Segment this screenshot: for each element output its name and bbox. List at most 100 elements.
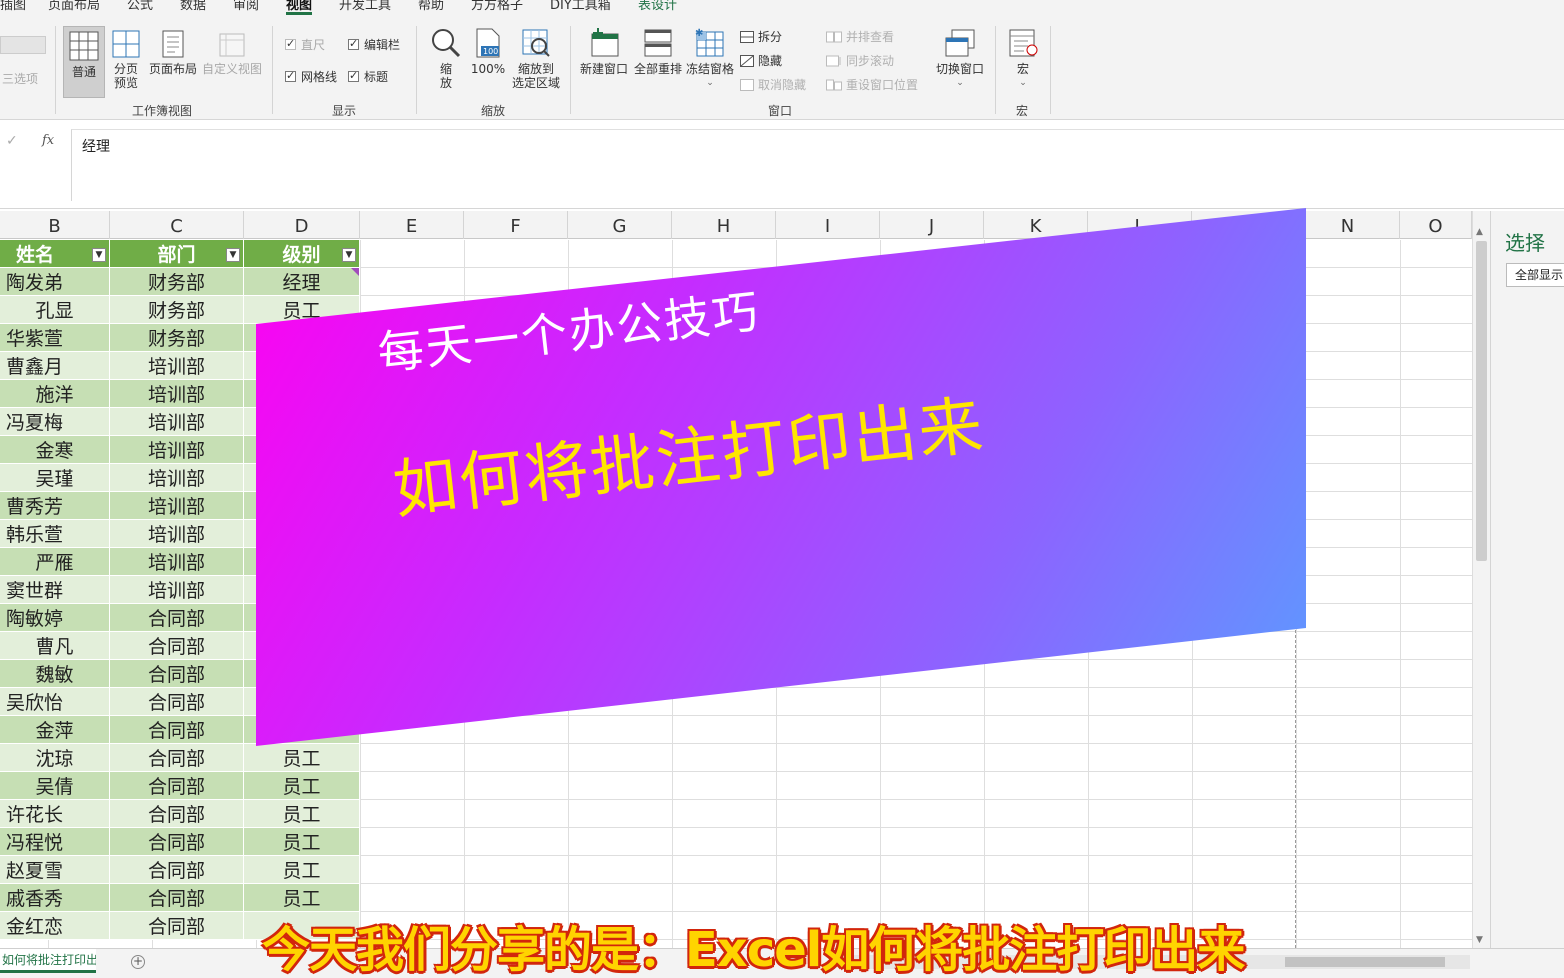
split-button[interactable]: 拆分	[740, 28, 782, 45]
table-cell[interactable]: 陶发弟	[0, 268, 110, 296]
table-cell[interactable]: 员工	[244, 856, 360, 884]
tab-formulas[interactable]: 公式	[127, 0, 153, 14]
table-cell[interactable]: 金红恋	[0, 912, 110, 940]
table-cell[interactable]: 吴瑾	[0, 464, 110, 492]
tab-developer[interactable]: 开发工具	[339, 0, 391, 14]
headings-checkbox[interactable]: 标题	[348, 68, 388, 85]
add-sheet-icon[interactable]: +	[131, 955, 145, 969]
normal-view-button[interactable]: 普通	[63, 26, 105, 98]
tab-insert[interactable]: 插图	[0, 0, 26, 14]
tab-help[interactable]: 帮助	[418, 0, 444, 14]
table-cell[interactable]: 员工	[244, 800, 360, 828]
table-cell[interactable]: 冯程悦	[0, 828, 110, 856]
zoom-100-button[interactable]: 100 100%	[470, 28, 506, 76]
table-cell[interactable]: 培训部	[110, 576, 244, 604]
table-cell[interactable]: 培训部	[110, 520, 244, 548]
reset-window-position-button[interactable]: 重设窗口位置	[826, 76, 918, 93]
page-layout-view-button[interactable]: 页面布局	[147, 30, 199, 76]
column-header-c[interactable]: C	[110, 211, 244, 239]
scroll-up-icon[interactable]: ▲	[1476, 227, 1483, 237]
filter-dropdown-icon[interactable]: ▼	[92, 248, 106, 262]
table-cell[interactable]: 戚香秀	[0, 884, 110, 912]
table-cell[interactable]: 培训部	[110, 492, 244, 520]
tab-table-design[interactable]: 表设计	[638, 0, 677, 14]
tab-diy-toolbox[interactable]: DIY工具箱	[550, 0, 611, 14]
table-cell[interactable]: 华紫萱	[0, 324, 110, 352]
table-cell[interactable]: 合同部	[110, 800, 244, 828]
column-header-n[interactable]: N	[1296, 211, 1400, 239]
table-cell[interactable]: 财务部	[110, 296, 244, 324]
column-header-i[interactable]: I	[776, 211, 880, 239]
zoom-button[interactable]: 缩 放	[428, 28, 464, 90]
table-cell[interactable]: 陶敏婷	[0, 604, 110, 632]
tab-view[interactable]: 视图	[286, 0, 313, 15]
column-header-d[interactable]: D	[244, 211, 360, 239]
table-cell[interactable]: 合同部	[110, 856, 244, 884]
table-cell[interactable]: 窦世群	[0, 576, 110, 604]
tab-page-layout[interactable]: 页面布局	[48, 0, 100, 14]
table-cell[interactable]: 员工	[244, 884, 360, 912]
table-cell[interactable]: 金寒	[0, 436, 110, 464]
table-cell[interactable]: 合同部	[110, 660, 244, 688]
table-header-cell[interactable]: 姓名 ▼	[0, 240, 110, 268]
freeze-panes-button[interactable]: ✱ 冻结窗格 ⌄	[684, 28, 736, 90]
table-cell[interactable]: 曹凡	[0, 632, 110, 660]
table-cell[interactable]: 韩乐萱	[0, 520, 110, 548]
unhide-button[interactable]: 取消隐藏	[740, 76, 806, 93]
comment-indicator[interactable]	[351, 268, 359, 276]
table-cell[interactable]: 合同部	[110, 828, 244, 856]
table-header-cell[interactable]: 级别 ▼	[244, 240, 360, 268]
table-cell[interactable]: 曹鑫月	[0, 352, 110, 380]
column-header-h[interactable]: H	[672, 211, 776, 239]
tab-fangfang[interactable]: 方方格子	[471, 0, 523, 14]
table-cell[interactable]: 员工	[244, 828, 360, 856]
table-cell[interactable]: 培训部	[110, 464, 244, 492]
table-cell[interactable]: 冯夏梅	[0, 408, 110, 436]
scrollbar-thumb[interactable]	[1476, 241, 1487, 561]
new-window-button[interactable]: 新建窗口	[578, 28, 630, 76]
table-cell[interactable]: 赵夏雪	[0, 856, 110, 884]
table-cell[interactable]: 吴倩	[0, 772, 110, 800]
column-header-e[interactable]: E	[360, 211, 464, 239]
sync-scroll-button[interactable]: 同步滚动	[826, 52, 894, 69]
horizontal-scrollbar-thumb[interactable]	[1285, 957, 1445, 967]
table-cell[interactable]: 严雁	[0, 548, 110, 576]
options-label[interactable]: 三选项	[2, 70, 38, 87]
table-cell[interactable]: 合同部	[110, 744, 244, 772]
table-cell[interactable]: 施洋	[0, 380, 110, 408]
table-cell[interactable]: 曹秀芳	[0, 492, 110, 520]
table-cell[interactable]: 合同部	[110, 716, 244, 744]
formula-bar-checkbox[interactable]: 编辑栏	[348, 36, 400, 53]
left-dropdown[interactable]	[0, 36, 46, 54]
zoom-to-selection-button[interactable]: 缩放到 选定区域	[510, 28, 562, 90]
column-header-j[interactable]: J	[880, 211, 984, 239]
table-cell[interactable]: 培训部	[110, 408, 244, 436]
formula-input[interactable]: 经理	[71, 129, 1564, 201]
table-cell[interactable]: 财务部	[110, 324, 244, 352]
table-cell[interactable]: 金萍	[0, 716, 110, 744]
page-break-preview-button[interactable]: 分页 预览	[108, 30, 144, 90]
enter-check-icon[interactable]: ✓	[6, 133, 18, 149]
table-cell[interactable]: 培训部	[110, 436, 244, 464]
table-cell[interactable]: 合同部	[110, 772, 244, 800]
table-cell[interactable]: 培训部	[110, 380, 244, 408]
macros-button[interactable]: 宏 ⌄	[1004, 28, 1042, 90]
scroll-down-icon[interactable]: ▼	[1476, 935, 1483, 945]
table-header-cell[interactable]: 部门 ▼	[110, 240, 244, 268]
table-cell[interactable]: 员工	[244, 772, 360, 800]
table-cell[interactable]: 合同部	[110, 688, 244, 716]
table-cell[interactable]: 员工	[244, 744, 360, 772]
tab-data[interactable]: 数据	[180, 0, 206, 14]
table-cell[interactable]: 魏敏	[0, 660, 110, 688]
tab-review[interactable]: 审阅	[233, 0, 259, 14]
table-cell[interactable]: 合同部	[110, 604, 244, 632]
side-by-side-button[interactable]: 并排查看	[826, 28, 894, 45]
table-cell[interactable]: 沈琼	[0, 744, 110, 772]
custom-views-button[interactable]: 自定义视图	[202, 30, 262, 76]
arrange-all-button[interactable]: 全部重排	[632, 28, 684, 76]
table-cell[interactable]: 孔显	[0, 296, 110, 324]
ruler-checkbox[interactable]: 直尺	[285, 36, 325, 53]
table-cell[interactable]: 吴欣怡	[0, 688, 110, 716]
table-cell[interactable]: 培训部	[110, 548, 244, 576]
table-cell[interactable]: 培训部	[110, 352, 244, 380]
